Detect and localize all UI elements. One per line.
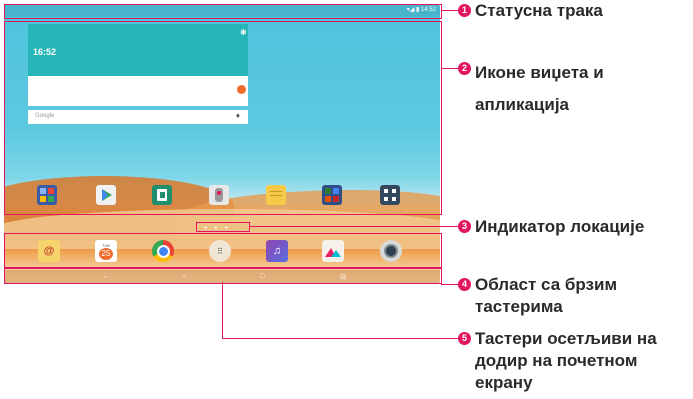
leader-line-3 — [249, 226, 458, 228]
callout-number: 1 — [458, 4, 471, 17]
leader-line-1 — [441, 10, 458, 12]
callout-quick-keys: Област са брзим тастерима — [475, 275, 618, 316]
leader-line-4a — [441, 250, 443, 284]
callout-number: 5 — [458, 332, 471, 345]
callout-location-indicator: Индикатор локације — [475, 217, 645, 236]
dock-box — [4, 233, 442, 268]
status-bar-box — [4, 4, 442, 19]
callout-number: 2 — [458, 62, 471, 75]
widgets-box — [4, 21, 442, 215]
leader-line-4b — [441, 284, 458, 286]
leader-line-5a — [222, 282, 224, 338]
callout-status-bar: Статусна трака — [475, 1, 603, 20]
callout-number: 3 — [458, 220, 471, 233]
callout-number: 4 — [458, 278, 471, 291]
leader-line-5b — [222, 338, 458, 340]
callout-widgets: Иконе виџета и апликација — [475, 63, 604, 114]
leader-line-2 — [441, 68, 458, 70]
page-indicator-box — [196, 222, 250, 232]
callout-home-touch-buttons: Тастери осетљиви на додир на почетном ек… — [475, 329, 657, 392]
